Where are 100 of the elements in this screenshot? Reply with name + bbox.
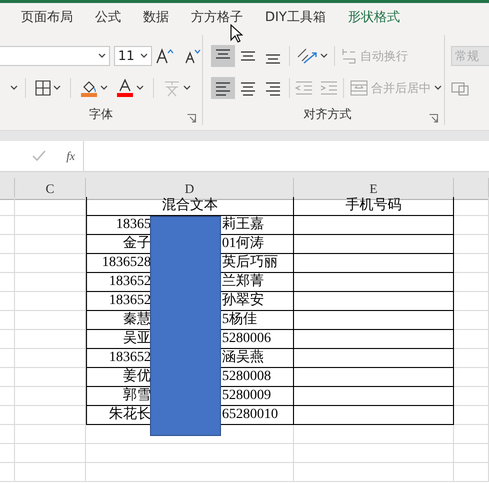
cell-text: 姜优 bbox=[122, 370, 151, 384]
cell-text: 莉王嘉 bbox=[222, 218, 265, 232]
cell-text: 183652 bbox=[108, 275, 151, 289]
grid-cell bbox=[454, 368, 489, 387]
grid-cell bbox=[0, 273, 15, 292]
grid-cell bbox=[454, 425, 489, 444]
grid-cell bbox=[454, 235, 489, 254]
cell-text: 孙翠安 bbox=[222, 294, 265, 308]
grid-cell bbox=[454, 387, 489, 406]
caret-icon[interactable] bbox=[10, 85, 18, 91]
grid-cell bbox=[15, 330, 86, 349]
grid-cell bbox=[0, 197, 15, 216]
ribbon-tab[interactable]: 数据 bbox=[132, 8, 180, 26]
grid-cell bbox=[15, 387, 86, 406]
grid-cell bbox=[0, 311, 15, 330]
cell-text: 秦慧 bbox=[122, 313, 151, 327]
table-cell: 手机号码 bbox=[294, 197, 454, 216]
dialog-launcher-icon[interactable] bbox=[187, 114, 196, 123]
grid-cell bbox=[454, 311, 489, 330]
grid-cell bbox=[15, 406, 86, 425]
ribbon-tab[interactable]: 形状格式 bbox=[336, 8, 411, 26]
font-size-field[interactable]: 11 bbox=[114, 46, 152, 66]
cell-text: 金子 bbox=[122, 237, 151, 251]
text-orientation-icon[interactable] bbox=[296, 47, 318, 65]
font-color-icon[interactable] bbox=[116, 79, 134, 97]
ribbon-tab[interactable]: 方方格子 bbox=[180, 8, 254, 26]
dialog-launcher-icon[interactable] bbox=[429, 114, 438, 123]
left-align-icon[interactable] bbox=[211, 77, 235, 99]
cell-text: 5280009 bbox=[222, 389, 272, 403]
cell-text: 01何涛 bbox=[222, 237, 265, 251]
grid-cell bbox=[15, 254, 86, 273]
grid-cell bbox=[15, 425, 86, 444]
cell-text: 183652 bbox=[108, 294, 151, 308]
grid-cell bbox=[454, 406, 489, 425]
column-header[interactable]: C bbox=[15, 178, 86, 200]
cell-text: 朱花长 bbox=[108, 408, 151, 422]
grid-cell bbox=[0, 425, 15, 444]
grid-cell bbox=[454, 330, 489, 349]
cell-text: 5280008 bbox=[222, 370, 272, 384]
grid-cell bbox=[0, 463, 15, 482]
caret-icon[interactable] bbox=[98, 53, 106, 59]
grid-cell bbox=[15, 311, 86, 330]
caret-icon[interactable] bbox=[320, 53, 328, 59]
grid-cell bbox=[0, 387, 15, 406]
cell-text: 65280010 bbox=[222, 408, 279, 422]
decrease-font-size-icon[interactable] bbox=[184, 48, 202, 64]
wrap-text-icon bbox=[341, 47, 357, 65]
grid-cell bbox=[0, 444, 15, 463]
top-align-icon[interactable] bbox=[211, 45, 235, 67]
cell-text: 涵吴燕 bbox=[222, 351, 265, 365]
caret-icon[interactable] bbox=[136, 85, 144, 91]
cell-text: 英后巧丽 bbox=[222, 256, 279, 270]
grid-cell bbox=[0, 235, 15, 254]
ribbon-tab[interactable]: DIY工具箱 bbox=[254, 8, 337, 26]
grid-cell bbox=[15, 349, 86, 368]
grid-cell bbox=[15, 235, 86, 254]
cell-text: 183652 bbox=[108, 351, 151, 365]
grid-cell bbox=[454, 216, 489, 235]
grid-cell bbox=[15, 368, 86, 387]
grid-cell bbox=[15, 197, 86, 216]
grid-cell bbox=[454, 197, 489, 216]
caret-icon[interactable] bbox=[100, 85, 108, 91]
enter-check-icon[interactable] bbox=[32, 150, 46, 162]
grid-cell bbox=[0, 330, 15, 349]
grid-cell bbox=[454, 444, 489, 463]
borders-icon[interactable] bbox=[35, 80, 51, 96]
mouse-cursor-icon bbox=[230, 24, 243, 43]
grid-cell bbox=[454, 254, 489, 273]
grid-cell bbox=[15, 216, 86, 235]
fill-color-icon[interactable] bbox=[80, 79, 98, 97]
merge-cells-icon bbox=[350, 79, 368, 97]
caret-icon[interactable] bbox=[53, 85, 61, 91]
grid-cell bbox=[0, 349, 15, 368]
grid-cell bbox=[454, 463, 489, 482]
grid-cell bbox=[15, 463, 86, 482]
caret-icon[interactable] bbox=[140, 53, 148, 59]
grid-cell bbox=[454, 349, 489, 368]
ribbon-tab[interactable]: 公式 bbox=[84, 8, 132, 26]
cell-text: 5280006 bbox=[222, 332, 272, 346]
grid-cell bbox=[0, 368, 15, 387]
caret-icon[interactable] bbox=[183, 85, 191, 91]
cell-text: 18365 bbox=[115, 218, 151, 232]
font-name-field[interactable] bbox=[0, 46, 110, 66]
cell-text: 1836528 bbox=[101, 256, 151, 270]
grid-cell bbox=[0, 406, 15, 425]
group-label: 字体 bbox=[88, 106, 114, 123]
ribbon-tab[interactable]: 页面布局 bbox=[10, 8, 84, 26]
group-label: 对齐方式 bbox=[302, 106, 352, 123]
cell-text: 郭雪 bbox=[122, 389, 151, 403]
grid-cell bbox=[0, 216, 15, 235]
insert-function-button[interactable]: fx bbox=[66, 148, 75, 164]
grid-cell bbox=[454, 273, 489, 292]
increase-font-size-icon[interactable] bbox=[156, 48, 174, 64]
grid-cell bbox=[15, 444, 86, 463]
grid-cell bbox=[0, 292, 15, 311]
cell-text: 5杨佳 bbox=[222, 313, 258, 327]
grid-cell bbox=[15, 292, 86, 311]
grid-cell bbox=[0, 254, 15, 273]
grid-cell bbox=[15, 273, 86, 292]
cell-text: 兰郑菁 bbox=[222, 275, 265, 289]
